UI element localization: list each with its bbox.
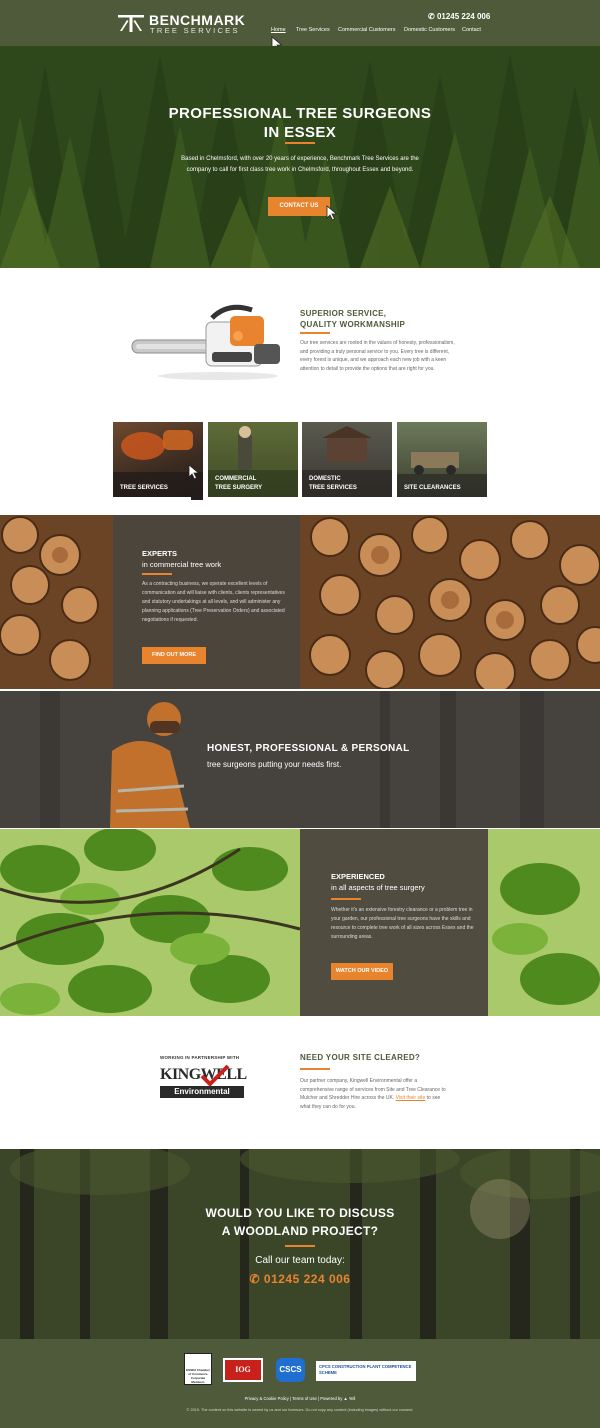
site-cleared-title: NEED YOUR SITE CLEARED?	[300, 1053, 421, 1062]
tile-label: TREE SERVICES	[120, 484, 168, 491]
mouse-cursor-icon	[188, 464, 200, 480]
iog-badge[interactable]: IOG	[223, 1358, 263, 1382]
chainsaw-image	[131, 304, 280, 380]
site-header	[0, 0, 600, 46]
honest-subtitle: tree surgeons putting your needs first.	[207, 760, 342, 769]
experts-title: EXPERTS in commercial tree work	[142, 548, 221, 570]
tile-site-clearances[interactable]: SITE CLEARANCES	[397, 422, 487, 500]
experienced-text: Whether it's an extensive forestry clear…	[331, 907, 474, 940]
experienced-heading: EXPERIENCED	[331, 872, 385, 881]
cpcs-badge[interactable]: CPCS CONSTRUCTION PLANT COMPETENCE SCHEM…	[316, 1361, 416, 1381]
woodland-phone-number: 01245 224 006	[263, 1272, 351, 1286]
brand-tagline: TREE SERVICES	[150, 26, 240, 35]
log-pile-image	[0, 515, 600, 689]
site-cleared-text: Our partner company, Kingwell Environmen…	[300, 1077, 450, 1112]
tile-underline	[397, 497, 487, 500]
woodland-title: WOULD YOU LIKE TO DISCUSS A WOODLAND PRO…	[0, 1204, 600, 1240]
hero-title: PROFESSIONAL TREE SURGEONS IN ESSEX	[0, 104, 600, 142]
benchmark-logo-icon[interactable]	[118, 13, 144, 33]
tile-label: DOMESTIC TREE SERVICES	[309, 476, 357, 491]
woodland-underline	[285, 1245, 315, 1247]
tile-label: SITE CLEARANCES	[404, 484, 461, 491]
call-our-team-text: Call our team today:	[255, 1255, 345, 1266]
site-cleared-underline	[300, 1068, 330, 1070]
find-out-more-button[interactable]: FIND OUT MORE	[142, 647, 206, 664]
nav-contact[interactable]: Contact	[462, 27, 481, 33]
logs-section	[0, 515, 600, 689]
honest-title: HONEST, PROFESSIONAL & PERSONAL	[207, 743, 410, 754]
visit-their-site-link[interactable]: Visit their site	[396, 1095, 426, 1101]
nav-home[interactable]: Home	[271, 27, 286, 33]
nav-commercial-customers[interactable]: Commercial Customers	[338, 27, 395, 33]
tile-tree-services[interactable]: TREE SERVICES	[113, 422, 203, 500]
essex-chamber-badge-text: ESSEX Chamber of Commerce Corporate Memb…	[186, 1368, 210, 1384]
tile-domestic-tree-services[interactable]: DOMESTIC TREE SERVICES	[302, 422, 392, 500]
intro-text: Our tree services are rooted in the valu…	[300, 340, 455, 373]
tile-underline	[208, 497, 298, 500]
partner-label: WORKING IN PARTNERSHIP WITH	[160, 1055, 240, 1060]
woodland-title-line1: WOULD YOU LIKE TO DISCUSS	[205, 1206, 395, 1220]
experts-subheading: in commercial tree work	[142, 560, 222, 569]
woodland-background-image	[0, 1149, 600, 1339]
copyright-notice: © 2015. The content on this website is o…	[186, 1408, 414, 1412]
hero-underline	[285, 142, 315, 144]
cscs-badge[interactable]: CSCS	[276, 1358, 305, 1382]
intro-underline	[300, 332, 330, 334]
kingwell-logo[interactable]: KINGWELL Environmental	[160, 1064, 247, 1106]
tile-label: COMMERCIAL TREE SURGERY	[215, 476, 263, 491]
woodland-phone[interactable]: ✆ 01245 224 006	[0, 1272, 600, 1286]
experienced-title: EXPERIENCED in all aspects of tree surge…	[331, 871, 425, 893]
mouse-cursor-icon	[326, 205, 338, 221]
footer-links: Privacy & Cookie Policy | Terms of Use |…	[0, 1396, 600, 1401]
experienced-underline	[331, 898, 361, 900]
footer-policy-links[interactable]: Privacy & Cookie Policy | Terms of Use |…	[245, 1396, 343, 1401]
watch-our-video-button[interactable]: WATCH OUR VIDEO	[331, 963, 393, 980]
nav-domestic-customers[interactable]: Domestic Customers	[404, 27, 455, 33]
tile-underline	[302, 497, 392, 500]
experts-text: As a contracting business, we operate ex…	[142, 581, 285, 623]
phone-icon: ✆	[428, 12, 437, 21]
kingwell-logo-subtext: Environmental	[160, 1086, 244, 1098]
intro-title-line1: SUPERIOR SERVICE,	[300, 309, 387, 318]
essex-chamber-badge[interactable]: ESSEX Chamber of Commerce Corporate Memb…	[184, 1353, 212, 1385]
woodland-cta-section	[0, 1149, 600, 1339]
hero-title-line1: PROFESSIONAL TREE SURGEONS	[168, 105, 432, 122]
experts-heading: EXPERTS	[142, 549, 178, 558]
site-footer	[0, 1339, 600, 1428]
hero-description: Based in Chelmsford, with over 20 years …	[181, 156, 419, 173]
intro-title-line2: QUALITY WORKMANSHIP	[300, 320, 406, 329]
yell-logo[interactable]: ▲ Yell	[344, 1396, 356, 1401]
nav-tree-services[interactable]: Tree Services	[296, 27, 330, 33]
intro-title: SUPERIOR SERVICE, QUALITY WORKMANSHIP	[300, 308, 405, 330]
kingwell-tick-icon	[200, 1064, 230, 1086]
experts-underline	[142, 573, 172, 575]
tile-underline	[113, 497, 191, 500]
header-phone-number: 01245 224 006	[436, 12, 491, 21]
hero-title-line2: IN ESSEX	[263, 124, 337, 141]
header-phone[interactable]: ✆ 01245 224 006	[428, 12, 490, 21]
contact-us-button[interactable]: CONTACT US	[268, 197, 330, 216]
woodland-title-line2: A WOODLAND PROJECT?	[221, 1224, 379, 1238]
tile-commercial-tree-surgery[interactable]: COMMERCIAL TREE SURGERY	[208, 422, 298, 500]
experienced-subheading: in all aspects of tree surgery	[331, 883, 425, 892]
phone-icon: ✆	[249, 1272, 264, 1286]
